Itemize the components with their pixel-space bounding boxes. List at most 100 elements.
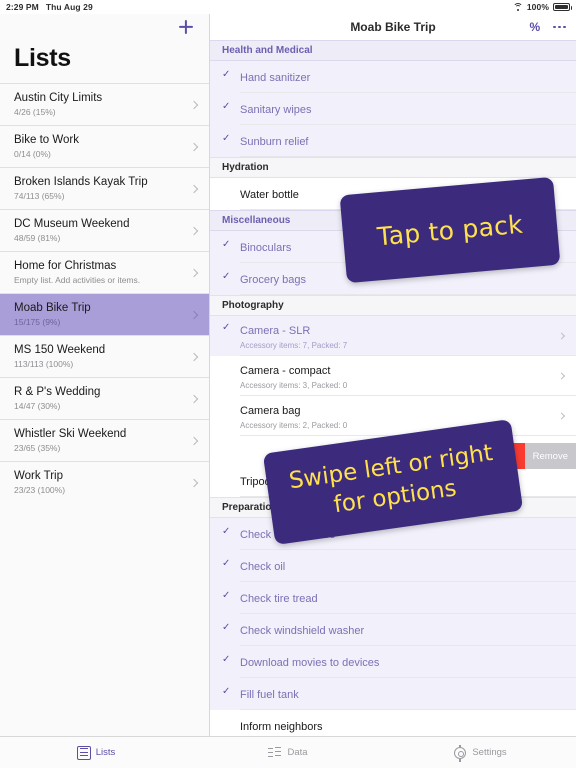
sidebar-item[interactable]: Austin City Limits 4/26 (15%) [0, 83, 209, 125]
sidebar-item-progress: 15/175 (9%) [14, 317, 61, 327]
list-item-text-group: Sanitary wipes [240, 100, 312, 118]
list-item-label: Water bottle [240, 189, 299, 201]
list-item[interactable]: ✓ Hand sanitizer [210, 61, 576, 93]
content-title: Moab Bike Trip [350, 20, 436, 34]
list-item-label: Camera - SLR [240, 325, 311, 337]
list-item-text-group: Camera - SLR Accessory items: 7, Packed: … [240, 321, 347, 351]
list-item-text-group: Camera bag Accessory items: 2, Packed: 0 [240, 401, 347, 431]
tab-data[interactable]: Data [192, 746, 384, 760]
list-item-text-group: Download movies to devices [240, 653, 379, 671]
sidebar-item[interactable]: Bike to Work 0/14 (0%) [0, 125, 209, 167]
row-divider [240, 156, 576, 157]
content-pane: Moab Bike Trip % Health and Medical ✓ Hand… [210, 14, 576, 736]
list-item-label: Sunburn relief [240, 136, 309, 148]
sidebar-item-progress: 0/14 (0%) [14, 149, 51, 159]
sidebar-item-name: Moab Bike Trip [14, 302, 91, 314]
section-header: Hydration [210, 157, 576, 178]
sidebar-item-name: Whistler Ski Weekend [14, 428, 127, 440]
sidebar-item-progress: 14/47 (30%) [14, 401, 61, 411]
status-date: Thu Aug 29 [45, 2, 93, 12]
coach-swipe-text: Swipe left or right for options [287, 438, 499, 526]
list-item-text-group: Check tire tread [240, 589, 318, 607]
check-icon: ✓ [222, 590, 231, 601]
content-scroll-area[interactable]: Health and Medical ✓ Hand sanitizer ✓ Sanita… [210, 40, 576, 736]
list-item-text-group: Fill fuel tank [240, 685, 299, 703]
sidebar-list[interactable]: Austin City Limits 4/26 (15%) Bike to Work… [0, 83, 209, 736]
tab-bar: Lists Data Settings [0, 736, 576, 768]
list-item-label: Check oil [240, 561, 286, 573]
section-header: Health and Medical [210, 40, 576, 61]
list-item[interactable]: Camera bag Accessory items: 2, Packed: 0 [210, 396, 576, 436]
list-item[interactable]: ✓ Fill fuel tank [210, 678, 576, 710]
main-body: Lists Austin City Limits 4/26 (15%) Bike t… [0, 14, 576, 736]
sidebar-item[interactable]: Work Trip 23/23 (100%) [0, 461, 209, 503]
sidebar-item[interactable]: Moab Bike Trip 15/175 (9%) [0, 293, 209, 335]
list-item-label: Check windshield washer [240, 625, 365, 637]
list-item[interactable]: ✓ Check tire tread [210, 582, 576, 614]
status-right-cluster: 100% [512, 2, 572, 12]
sidebar-item[interactable]: Broken Islands Kayak Trip 74/113 (65%) [0, 167, 209, 209]
content-actions: % [530, 21, 566, 33]
list-item-label: Grocery bags [240, 274, 307, 286]
app-root: 2:29 PM Thu Aug 29 100% Lists Austin Cit… [0, 0, 576, 768]
list-item[interactable]: Inform neighbors [210, 710, 576, 736]
sidebar-item[interactable]: R & P's Wedding 14/47 (30%) [0, 377, 209, 419]
more-options-icon[interactable] [553, 25, 566, 29]
list-item[interactable]: Camera - compact Accessory items: 3, Pack… [210, 356, 576, 396]
percent-slash-icon[interactable]: % [530, 21, 541, 33]
sidebar-item[interactable]: DC Museum Weekend 48/59 (81%) [0, 209, 209, 251]
check-icon: ✓ [222, 101, 231, 112]
lists-icon [76, 745, 91, 760]
chevron-right-icon [557, 332, 566, 340]
list-item[interactable]: ✓ Sanitary wipes [210, 93, 576, 125]
check-icon: ✓ [222, 239, 231, 250]
tab-label: Data [287, 747, 308, 758]
battery-percent-label: 100% [526, 2, 549, 12]
check-icon: ✓ [222, 322, 231, 333]
list-item-text-group: Sunburn relief [240, 132, 309, 150]
sidebar-item-name: Bike to Work [14, 134, 79, 146]
list-item-text-group: Binoculars [240, 238, 291, 256]
sidebar-item[interactable]: Whistler Ski Weekend 23/65 (35%) [0, 419, 209, 461]
list-item-label: Hand sanitizer [240, 72, 311, 84]
check-icon: ✓ [222, 622, 231, 633]
list-item-label: Check tire tread [240, 593, 318, 605]
list-item[interactable]: ✓ Sunburn relief [210, 125, 576, 157]
section-header: Photography [210, 295, 576, 316]
list-item-label: Download movies to devices [240, 657, 380, 669]
data-icon [268, 746, 282, 760]
sidebar-item-progress: 23/23 (100%) [14, 485, 66, 495]
tab-label: Lists [95, 747, 116, 758]
sidebar-item-name: R & P's Wedding [14, 386, 101, 398]
list-item-text-group: Water bottle [240, 185, 299, 203]
list-item-label: Binoculars [240, 242, 292, 254]
list-item[interactable]: ✓ Download movies to devices [210, 646, 576, 678]
sidebar-item-name: Broken Islands Kayak Trip [14, 176, 148, 188]
check-icon: ✓ [222, 133, 231, 144]
list-item-subtitle: Accessory items: 7, Packed: 7 [240, 341, 348, 350]
check-icon: ✓ [222, 558, 231, 569]
sidebar-item[interactable]: MS 150 Weekend 113/113 (100%) [0, 335, 209, 377]
check-icon: ✓ [222, 686, 231, 697]
plus-icon[interactable] [177, 18, 195, 36]
list-item-label: Camera - compact [240, 365, 331, 377]
list-item-text-group: Grocery bags [240, 270, 306, 288]
list-item[interactable]: ✓ Check oil [210, 550, 576, 582]
remove-button[interactable]: Remove [524, 443, 576, 469]
list-item-text-group: Hand sanitizer [240, 68, 310, 86]
check-icon: ✓ [222, 526, 231, 537]
tab-settings[interactable]: Settings [384, 744, 576, 760]
sidebar-item[interactable]: Home for Christmas Empty list. Add activi… [0, 251, 209, 293]
sidebar: Lists Austin City Limits 4/26 (15%) Bike t… [0, 14, 210, 736]
sidebar-item-progress: 4/26 (15%) [14, 107, 56, 117]
tab-lists[interactable]: Lists [0, 745, 192, 760]
coach-mark-tap-to-pack[interactable]: Tap to pack [339, 176, 561, 284]
check-icon: ✓ [222, 69, 231, 80]
sidebar-item-progress: 23/65 (35%) [14, 443, 61, 453]
tab-label: Settings [472, 747, 507, 758]
list-item[interactable]: ✓ Check windshield washer [210, 614, 576, 646]
wifi-icon [512, 3, 523, 11]
check-icon: ✓ [222, 271, 231, 282]
list-item[interactable]: ✓ Camera - SLR Accessory items: 7, Packed:… [210, 316, 576, 356]
sidebar-item-name: DC Museum Weekend [14, 218, 130, 230]
